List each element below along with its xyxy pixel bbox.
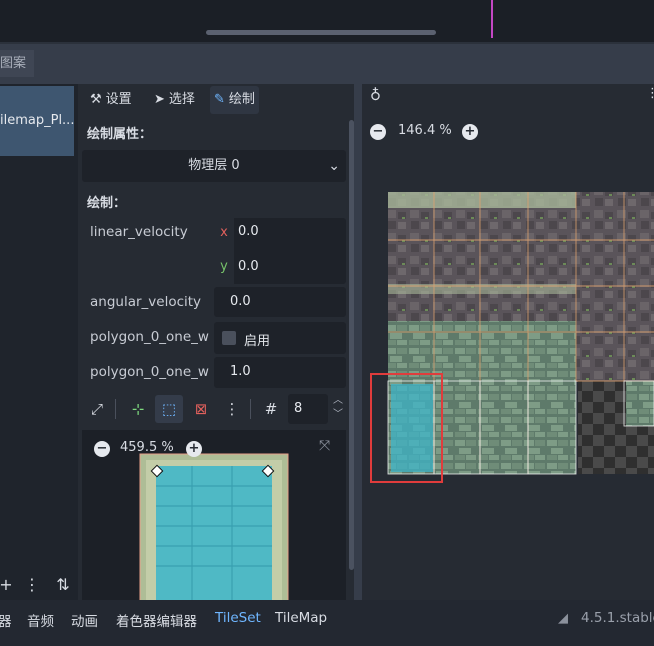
atlas-zoom-label: 146.4 % — [398, 123, 452, 138]
physics-layer-select[interactable]: 物理层 0 ⌄ — [82, 150, 346, 182]
physics-layer-value: 物理层 0 — [188, 158, 240, 173]
bottom-tab-animation[interactable]: 动画 — [71, 610, 98, 630]
mode-select-button[interactable]: ➤ 选择 — [150, 86, 199, 114]
checkbox[interactable] — [222, 331, 236, 345]
tab-pattern[interactable]: 图案 — [0, 50, 34, 77]
source-item[interactable]: ilemap_Pl... — [0, 86, 74, 156]
zoom-out-button[interactable]: − — [370, 124, 386, 140]
tileset-source-list — [0, 84, 78, 600]
horizontal-scrollbar[interactable] — [206, 30, 436, 35]
sort-icon[interactable]: ⇅ — [53, 574, 73, 596]
expand-icon[interactable]: ⤢ — [83, 395, 111, 423]
playhead-marker[interactable] — [491, 0, 493, 38]
bottom-tab-tilemap[interactable]: TileMap — [275, 610, 327, 626]
polygon-one-way-label: polygon_0_one_w — [90, 329, 209, 345]
tile-polygon-editor[interactable]: − 459.5 % + ⤧ — [82, 430, 346, 600]
zoom-in-button[interactable]: + — [462, 124, 478, 140]
polygon-one-way-margin-label: polygon_0_one_w — [90, 364, 209, 380]
checkbox-label: 启用 — [244, 334, 271, 349]
more-options-icon[interactable]: ⋮ — [218, 395, 246, 423]
linear-velocity-field: x 0.0 y 0.0 — [214, 218, 346, 284]
divider — [250, 399, 251, 419]
add-point-icon[interactable]: ⊹ — [124, 395, 152, 423]
setup-icon: ⚒ — [90, 92, 102, 107]
more-options-icon[interactable]: ⋮ — [22, 574, 42, 596]
cursor-icon: ➤ — [154, 92, 165, 107]
tab-row — [0, 44, 654, 84]
linear-velocity-label: linear_velocity — [90, 224, 188, 240]
bottom-tab-tileset[interactable]: TileSet — [215, 610, 261, 626]
version-label[interactable]: 4.5.1.stable — [581, 610, 654, 626]
version-icon[interactable]: ◢ — [558, 611, 568, 626]
atlas-view[interactable]: − 146.4 % + — [362, 116, 654, 600]
add-source-button[interactable]: + — [0, 574, 16, 596]
polygon-one-way-margin-input[interactable]: 1.0 — [230, 364, 251, 379]
linear-velocity-y-input[interactable]: 0.0 — [238, 259, 259, 274]
paint-properties-heading: 绘制属性： — [87, 127, 153, 142]
mode-paint-button[interactable]: ✎ 绘制 — [210, 86, 259, 114]
angular-velocity-label: angular_velocity — [90, 294, 202, 310]
bottom-tab-audio[interactable]: 音频 — [27, 610, 54, 630]
angular-velocity-input[interactable]: 0.0 — [230, 294, 251, 309]
more-options-icon[interactable]: ⋮ — [646, 86, 654, 104]
y-axis-label: y — [214, 251, 234, 284]
brush-icon: ✎ — [214, 92, 225, 107]
grid-snap-icon[interactable]: # — [257, 395, 285, 423]
stepper-arrows-icon[interactable]: ︿ ﹀ — [331, 394, 345, 424]
pin-icon[interactable]: ♁ — [370, 86, 381, 104]
divider — [115, 399, 116, 419]
tile-preview-canvas — [139, 453, 289, 600]
remove-point-icon[interactable]: ⊠ — [187, 395, 215, 423]
bottom-tab-shader-editor[interactable]: 着色器编辑器 — [116, 610, 197, 630]
tile-zoom-label: 459.5 % — [120, 440, 174, 455]
linear-velocity-x-input[interactable]: 0.0 — [238, 224, 259, 239]
polygon-one-way-margin-field[interactable]: 1.0 — [214, 357, 346, 388]
zoom-in-button[interactable]: + — [186, 441, 202, 457]
mode-setup-label: 设置 — [105, 92, 132, 107]
chevron-down-icon: ⌄ — [328, 158, 340, 174]
angular-velocity-field[interactable]: 0.0 — [214, 287, 346, 317]
snap-value-input[interactable]: 8 — [288, 394, 328, 424]
mode-select-label: 选择 — [168, 92, 195, 107]
polygon-one-way-field[interactable]: 启用 — [214, 322, 346, 354]
zoom-out-button[interactable]: − — [94, 441, 110, 457]
vertical-scrollbar[interactable] — [349, 120, 354, 570]
paint-heading: 绘制： — [87, 196, 127, 211]
x-axis-label: x — [214, 218, 234, 251]
center-view-icon[interactable]: ⤧ — [319, 438, 330, 454]
mode-paint-label: 绘制 — [228, 92, 255, 107]
atlas-canvas — [370, 192, 654, 483]
edit-points-icon[interactable]: ⬚ — [155, 395, 183, 423]
bottom-tab-partial[interactable]: 器 — [0, 610, 12, 630]
timeline-strip — [0, 0, 654, 42]
mode-setup-button[interactable]: ⚒ 设置 — [86, 86, 136, 114]
